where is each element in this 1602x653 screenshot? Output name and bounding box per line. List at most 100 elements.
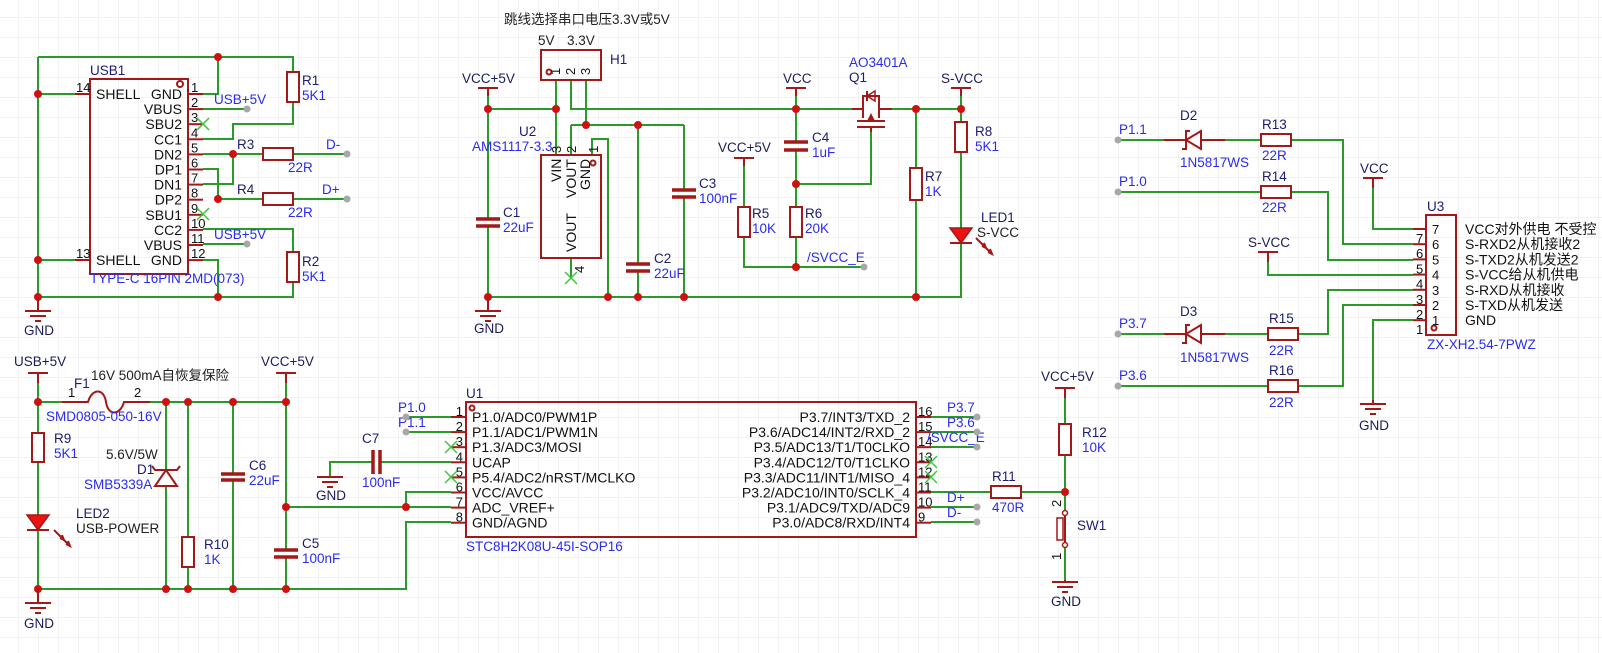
r15-value: 22R: [1269, 343, 1294, 358]
f1-note: 16V 500mA自恢复保险: [91, 367, 230, 383]
resistor-r4[interactable]: [262, 192, 294, 206]
sw1-pin2: 2: [1049, 500, 1064, 507]
pin-name: VCC对外供电 不受控: [1465, 221, 1596, 237]
c6-ref: C6: [249, 458, 266, 473]
ground-label: GND: [1051, 594, 1081, 609]
pin-number: 8: [191, 186, 198, 201]
r11-value: 470R: [992, 500, 1025, 515]
r9-ref: R9: [54, 431, 71, 446]
net-endpoint[interactable]: [860, 263, 868, 271]
pin-name: CC2: [154, 222, 182, 238]
net-label-dm: D-: [947, 505, 961, 520]
pin-number: 11: [191, 231, 205, 246]
net-label-p36: P3.6: [947, 415, 975, 430]
r7-value: 1K: [925, 184, 942, 199]
usb1-part: TYPE-C 16PIN 2MD(073): [90, 271, 245, 286]
pin-name: VCC/AVCC: [472, 485, 543, 501]
c4-ref: C4: [812, 130, 830, 145]
c1-value: 22uF: [503, 220, 534, 235]
r2-ref: R2: [302, 254, 319, 269]
pin-number: 7: [456, 495, 463, 510]
pin-number: 4: [1432, 268, 1439, 283]
resistor-r3[interactable]: [262, 147, 294, 161]
pin-number: 6: [1432, 237, 1439, 252]
net-label-dp: D+: [947, 490, 965, 505]
pin-name: P3.1/ADC9/TXD/ADC9: [767, 500, 910, 516]
resistor-r9[interactable]: [31, 432, 45, 463]
pin-name: VBUS: [144, 101, 182, 117]
sw1-pin1: 1: [1049, 553, 1064, 560]
pin-number: 14: [76, 80, 90, 95]
u3-part: ZX-XH2.54-7PWZ: [1427, 337, 1536, 352]
resistor-r1[interactable]: [286, 71, 300, 103]
pin-name: SHELL: [96, 86, 141, 102]
net-label-p10: P1.0: [1119, 174, 1147, 189]
resistor-r14[interactable]: [1260, 185, 1292, 199]
pin-number: 4: [456, 449, 463, 464]
pin-name: P3.4/ADC12/T0/T1CLKO: [754, 454, 911, 470]
q1-ref: Q1: [849, 70, 867, 85]
resistor-r10[interactable]: [181, 536, 195, 568]
r16-ref: R16: [1269, 363, 1294, 378]
net-label-p10: P1.0: [398, 400, 426, 415]
pin-name: CC1: [154, 131, 182, 147]
pin-name: SBU1: [145, 207, 182, 223]
resistor-r11[interactable]: [990, 485, 1022, 499]
ground-label: GND: [316, 488, 346, 503]
ground-label: GND: [24, 616, 54, 631]
pin-number: 5: [1432, 252, 1439, 267]
flag-vcc: VCC: [783, 71, 812, 86]
pin-name: P3.0/ADC8/RXD/INT4: [772, 515, 910, 531]
pin-number: 3: [1432, 283, 1439, 298]
r14-ref: R14: [1262, 169, 1287, 184]
u1-part: STC8H2K08U-45I-SOP16: [466, 539, 623, 554]
pin-name: GND: [151, 86, 182, 102]
resistor-r7[interactable]: [909, 167, 923, 201]
pin-name: DP1: [155, 162, 182, 178]
d1-rating: 5.6V/5W: [106, 447, 158, 462]
c6-value: 22uF: [249, 473, 280, 488]
c3-value: 100nF: [699, 191, 737, 206]
pin-number: 13: [76, 246, 90, 261]
c5-ref: C5: [302, 536, 319, 551]
h1-ref: H1: [610, 52, 627, 67]
flag-svcc: S-VCC: [941, 71, 983, 86]
net-label-svcc-e: /SVCC_E: [807, 250, 865, 265]
resistor-r8[interactable]: [954, 121, 968, 153]
resistor-r5[interactable]: [737, 206, 751, 238]
resistor-r12[interactable]: [1058, 423, 1072, 456]
resistor-r6[interactable]: [789, 206, 803, 238]
pin-name: DN1: [154, 177, 182, 193]
resistor-r16[interactable]: [1267, 379, 1299, 393]
r3-value: 22R: [288, 160, 313, 175]
resistor-r2[interactable]: [286, 251, 300, 283]
c5-value: 100nF: [302, 551, 340, 566]
resistor-r15[interactable]: [1267, 327, 1299, 341]
f1-value: SMD0805-050-16V: [46, 409, 162, 424]
resistor-r13[interactable]: [1260, 133, 1292, 147]
pin-number: 5: [191, 140, 198, 155]
d3-ref: D3: [1180, 304, 1197, 319]
net-label-p11: P1.1: [398, 415, 426, 430]
pin-name: GND: [1465, 312, 1496, 328]
jumper-note: 跳线选择串口电压3.3V或5V: [504, 12, 670, 27]
pin-name: S-RXD2从机接收2: [1465, 236, 1580, 252]
pin-name: UCAP: [472, 454, 511, 470]
u2-part: AMS1117-3.3: [472, 139, 553, 154]
pin-name: P1.0/ADC0/PWM1P: [472, 409, 597, 425]
pin-number: 6: [456, 480, 463, 495]
pin-name: S-VCC给从机供电: [1465, 267, 1579, 283]
c3-ref: C3: [699, 176, 716, 191]
r14-value: 22R: [1262, 200, 1287, 215]
pin-name: GND/AGND: [472, 515, 547, 531]
r12-value: 10K: [1082, 440, 1106, 455]
pin-number: 11: [918, 480, 932, 495]
schematic-canvas[interactable]: 1 GND 2 VBUS 3 SBU2 4 CC1 5 DN2 6 DP1 7 DN1 8 DP2 9 SBU1 1…: [0, 0, 1602, 653]
pin-number: 8: [456, 510, 463, 525]
led1-value: S-VCC: [977, 225, 1019, 240]
r5-ref: R5: [752, 206, 769, 221]
ground-label: GND: [1359, 418, 1389, 433]
h1-pin2: 2: [563, 68, 578, 75]
flag-vcc5v: VCC+5V: [462, 71, 515, 86]
r12-ref: R12: [1082, 425, 1107, 440]
